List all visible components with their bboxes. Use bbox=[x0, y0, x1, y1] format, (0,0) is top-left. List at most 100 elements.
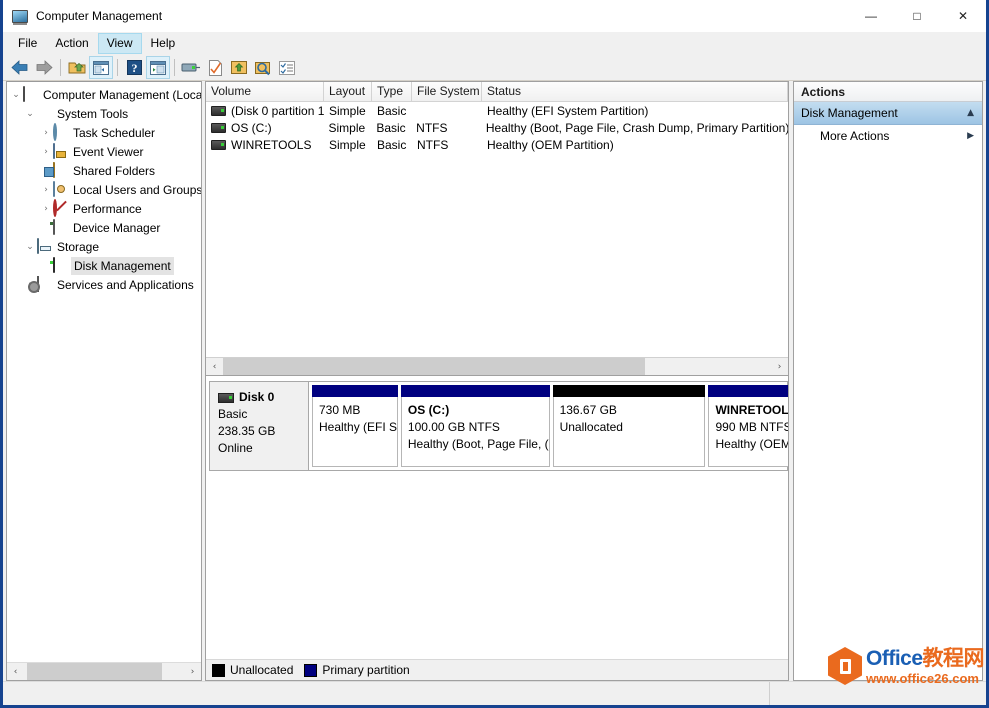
help-icon[interactable]: ? bbox=[122, 56, 146, 79]
back-icon[interactable] bbox=[8, 56, 32, 79]
scroll-left-icon[interactable]: ‹ bbox=[7, 663, 24, 680]
disk-icon[interactable] bbox=[179, 56, 203, 79]
menu-help[interactable]: Help bbox=[142, 33, 185, 54]
chevron-right-icon[interactable]: › bbox=[39, 204, 53, 214]
close-button[interactable]: ✕ bbox=[940, 0, 986, 31]
partition-size: 100.00 GB NTFS bbox=[407, 420, 500, 434]
toolbar-separator bbox=[60, 59, 61, 76]
table-row[interactable]: OS (C:) Simple Basic NTFS Healthy (Boot,… bbox=[206, 119, 788, 136]
tree-item-system-tools[interactable]: ⌄ System Tools bbox=[7, 104, 201, 123]
chevron-down-icon[interactable]: ⌄ bbox=[9, 90, 23, 100]
column-header-layout[interactable]: Layout bbox=[324, 82, 372, 101]
action-label: More Actions bbox=[820, 129, 890, 143]
properties-icon[interactable] bbox=[251, 56, 275, 79]
partition-os-c[interactable]: OS (C:) 100.00 GB NTFS Healthy (Boot, Pa… bbox=[400, 385, 550, 467]
scroll-right-icon[interactable]: › bbox=[771, 358, 788, 375]
maximize-button[interactable]: □ bbox=[894, 0, 940, 31]
scroll-track[interactable] bbox=[223, 358, 771, 375]
partition-efi[interactable]: 730 MB Healthy (EFI S bbox=[312, 385, 398, 467]
clock-icon bbox=[53, 122, 69, 141]
tree-item-computer-management[interactable]: ⌄ Computer Management (Local bbox=[7, 85, 201, 104]
tree-item-shared-folders[interactable]: › Shared Folders bbox=[7, 161, 201, 180]
tree-item-services-and-applications[interactable]: › Services and Applications bbox=[7, 275, 201, 294]
console-tree-pane: ⌄ Computer Management (Local ⌄ System To… bbox=[6, 81, 202, 681]
disk-icon bbox=[53, 256, 69, 274]
partition-size: 730 MB bbox=[319, 403, 361, 417]
scroll-left-icon[interactable]: ‹ bbox=[206, 358, 223, 375]
services-icon bbox=[37, 275, 53, 293]
partition-status: Unallocated bbox=[559, 420, 623, 434]
cell-layout: Simple bbox=[329, 137, 366, 152]
scroll-track[interactable] bbox=[24, 663, 184, 680]
volume-drive-icon bbox=[211, 122, 226, 133]
tree-item-device-manager[interactable]: Device Manager bbox=[7, 218, 201, 237]
tree-item-performance[interactable]: › Performance bbox=[7, 198, 201, 218]
partition-size: 990 MB NTFS bbox=[715, 420, 788, 434]
table-row[interactable]: (Disk 0 partition 1) Simple Basic Health… bbox=[206, 102, 788, 119]
toolbar: ? bbox=[3, 55, 986, 81]
show-hide-actions-icon[interactable] bbox=[146, 56, 170, 79]
legend-swatch bbox=[212, 663, 225, 677]
chevron-up-icon[interactable]: ▲ bbox=[967, 108, 974, 118]
detail-view-icon[interactable] bbox=[275, 56, 299, 79]
menu-view[interactable]: View bbox=[97, 32, 142, 54]
export-list-icon[interactable] bbox=[227, 56, 251, 79]
chevron-right-icon[interactable]: › bbox=[39, 128, 53, 138]
tree-item-local-users-and-groups[interactable]: › Local Users and Groups bbox=[7, 180, 201, 199]
users-icon bbox=[53, 180, 69, 198]
status-bar bbox=[3, 681, 986, 705]
column-header-type[interactable]: Type bbox=[372, 82, 412, 101]
cell-volume-label: WINRETOOLS bbox=[231, 137, 312, 152]
show-hide-tree-icon[interactable] bbox=[89, 56, 113, 79]
tree-item-label: Task Scheduler bbox=[73, 125, 156, 140]
volume-list-horizontal-scrollbar[interactable]: ‹ › bbox=[206, 357, 788, 375]
column-header-file-system[interactable]: File System bbox=[412, 82, 482, 101]
legend-label: Primary partition bbox=[322, 663, 410, 677]
cell-type: Basic bbox=[376, 120, 406, 135]
partition-status: Healthy (EFI S bbox=[319, 420, 398, 434]
column-header-status[interactable]: Status bbox=[482, 82, 788, 101]
chevron-right-icon[interactable]: ▶ bbox=[967, 131, 974, 141]
disk-title: Disk 0 bbox=[218, 389, 308, 406]
chevron-right-icon[interactable]: › bbox=[39, 147, 53, 157]
disk-name: Disk 0 bbox=[239, 390, 275, 404]
cell-volume: (Disk 0 partition 1) bbox=[206, 104, 324, 118]
tree-horizontal-scrollbar[interactable]: ‹ › bbox=[7, 662, 201, 680]
cell-status: Healthy (OEM Partition) bbox=[487, 137, 614, 152]
cell-type: Basic bbox=[377, 137, 407, 152]
minimize-button[interactable]: — bbox=[848, 0, 894, 31]
partition-winretools[interactable]: WINRETOOLS 990 MB NTFS Healthy (OEM bbox=[708, 385, 788, 467]
up-folder-icon[interactable] bbox=[65, 56, 89, 79]
column-header-volume[interactable]: Volume bbox=[206, 82, 324, 101]
menu-file[interactable]: File bbox=[9, 33, 46, 54]
tree-item-task-scheduler[interactable]: › Task Scheduler bbox=[7, 122, 201, 142]
chevron-right-icon[interactable]: › bbox=[39, 185, 53, 195]
tree-item-storage[interactable]: ⌄ Storage bbox=[7, 237, 201, 256]
actions-group-disk-management[interactable]: Disk Management ▲ bbox=[794, 102, 982, 125]
toolbar-separator bbox=[117, 59, 118, 76]
scroll-thumb[interactable] bbox=[223, 358, 645, 375]
chevron-down-icon[interactable]: ⌄ bbox=[23, 242, 37, 252]
tree-item-event-viewer[interactable]: › Event Viewer bbox=[7, 142, 201, 161]
action-more-actions[interactable]: More Actions ▶ bbox=[794, 125, 982, 147]
main-area: ⌄ Computer Management (Local ⌄ System To… bbox=[3, 81, 986, 681]
table-row[interactable]: WINRETOOLS Simple Basic NTFS Healthy (OE… bbox=[206, 136, 788, 153]
legend-item-primary-partition: Primary partition bbox=[304, 663, 410, 677]
cell-volume-label: (Disk 0 partition 1) bbox=[231, 103, 324, 118]
scroll-right-icon[interactable]: › bbox=[184, 663, 201, 680]
forward-icon[interactable] bbox=[32, 56, 56, 79]
window-controls: — □ ✕ bbox=[848, 0, 986, 31]
menu-action[interactable]: Action bbox=[46, 33, 97, 54]
tree-item-label: Event Viewer bbox=[73, 144, 144, 159]
title-bar: Computer Management — □ ✕ bbox=[3, 0, 986, 32]
tree-item-label: Computer Management (Local bbox=[43, 87, 201, 102]
rescan-disks-icon[interactable] bbox=[203, 56, 227, 79]
tree-item-disk-management[interactable]: Disk Management bbox=[7, 256, 201, 275]
chevron-down-icon[interactable]: ⌄ bbox=[23, 109, 37, 119]
disk-info-panel[interactable]: Disk 0 Basic 238.35 GB Online bbox=[209, 381, 309, 471]
cell-status: Healthy (Boot, Page File, Crash Dump, Pr… bbox=[485, 120, 788, 135]
scroll-thumb[interactable] bbox=[27, 663, 162, 680]
partition-unallocated[interactable]: 136.67 GB Unallocated bbox=[552, 385, 706, 467]
menu-bar: File Action View Help bbox=[3, 32, 986, 55]
partition-color-bar bbox=[552, 385, 706, 397]
